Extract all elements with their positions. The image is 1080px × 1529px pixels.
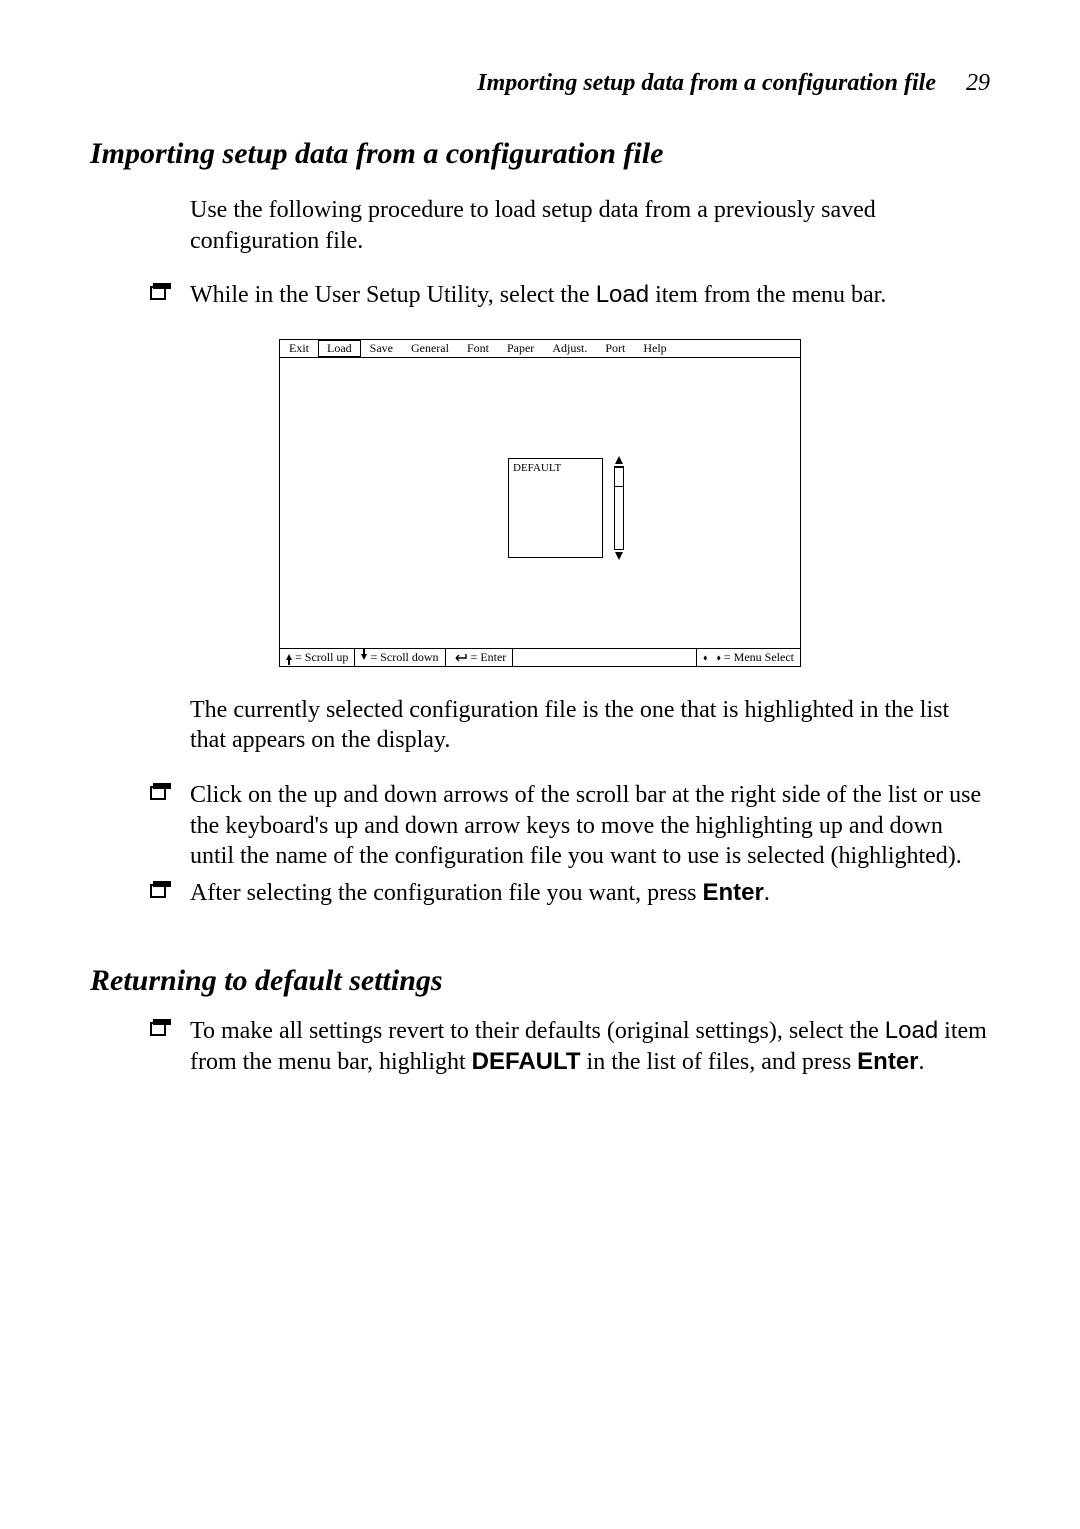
arrow-left-right-icon (703, 650, 721, 665)
status-spacer (513, 649, 697, 666)
app-body: DEFAULT (280, 358, 800, 648)
s2-step1-load: Load (885, 1017, 938, 1044)
section1-step1: While in the User Setup Utility, select … (190, 280, 990, 311)
load-file-list[interactable]: DEFAULT (508, 458, 603, 558)
s2-step1-enter: Enter (857, 1048, 918, 1075)
step2-text: Click on the up and down arrows of the s… (190, 782, 981, 869)
s2-step1-a: To make all settings revert to their def… (190, 1018, 885, 1044)
s2-step1-d: . (919, 1049, 925, 1075)
menu-item-adjust[interactable]: Adjust. (543, 340, 596, 356)
step3-text-post: . (764, 880, 770, 906)
app-menubar: Exit Load Save General Font Paper Adjust… (280, 340, 800, 357)
status-scroll-up-text: = Scroll up (295, 650, 348, 665)
section1-step3: After selecting the configuration file y… (190, 878, 990, 909)
status-scroll-down: = Scroll down (355, 649, 445, 666)
section1-intro: Use the following procedure to load setu… (190, 195, 990, 256)
s2-step1-default: DEFAULT (472, 1048, 581, 1075)
status-scroll-up: = Scroll up (280, 649, 355, 666)
checkbox-icon (150, 1018, 172, 1036)
list-item[interactable]: DEFAULT (513, 462, 598, 474)
status-enter-text: = Enter (471, 650, 507, 665)
menu-item-font[interactable]: Font (458, 340, 498, 356)
step1-text-pre: While in the User Setup Utility, select … (190, 282, 596, 308)
s2-step1-c: in the list of files, and press (581, 1049, 858, 1075)
enter-key-icon (452, 650, 468, 665)
running-header: Importing setup data from a configuratio… (90, 70, 990, 97)
page-number: 29 (966, 70, 990, 97)
scroll-down-icon[interactable] (615, 552, 623, 560)
arrow-up-icon (286, 654, 292, 660)
scroll-track[interactable] (614, 466, 624, 550)
checkbox-icon (150, 282, 172, 300)
app-statusbar: = Scroll up = Scroll down = Enter (280, 648, 800, 666)
app-window: Exit Load Save General Font Paper Adjust… (279, 339, 801, 666)
menu-item-save[interactable]: Save (361, 340, 402, 356)
status-scroll-down-text: = Scroll down (370, 650, 438, 665)
section-title-returning: Returning to default settings (90, 964, 990, 998)
menu-item-paper[interactable]: Paper (498, 340, 543, 356)
document-page: Importing setup data from a configuratio… (0, 0, 1080, 1529)
arrow-down-icon (361, 654, 367, 660)
menu-item-load[interactable]: Load (318, 340, 361, 356)
menu-item-general[interactable]: General (402, 340, 458, 356)
app-screenshot-diagram: Exit Load Save General Font Paper Adjust… (90, 339, 990, 666)
scroll-up-icon[interactable] (615, 456, 623, 464)
status-enter: = Enter (446, 649, 514, 666)
checkbox-icon (150, 782, 172, 800)
section-title-importing: Importing setup data from a configuratio… (90, 137, 990, 171)
section1-step2: Click on the up and down arrows of the s… (190, 780, 990, 872)
scroll-thumb[interactable] (614, 467, 624, 487)
menu-item-exit[interactable]: Exit (280, 340, 318, 356)
status-menu-select: = Menu Select (697, 649, 800, 666)
status-menu-select-text: = Menu Select (724, 650, 794, 665)
scrollbar[interactable] (612, 456, 626, 560)
running-title: Importing setup data from a configuratio… (477, 70, 936, 96)
step3-enter-word: Enter (703, 879, 764, 906)
step1-text-post: item from the menu bar. (649, 282, 886, 308)
step3-text-pre: After selecting the configuration file y… (190, 880, 703, 906)
menu-item-help[interactable]: Help (634, 340, 675, 356)
menu-item-port[interactable]: Port (596, 340, 634, 356)
checkbox-icon (150, 880, 172, 898)
section2-step1: To make all settings revert to their def… (190, 1016, 990, 1077)
section1-after-diagram: The currently selected configuration fil… (190, 695, 990, 756)
step1-load-word: Load (596, 281, 649, 308)
